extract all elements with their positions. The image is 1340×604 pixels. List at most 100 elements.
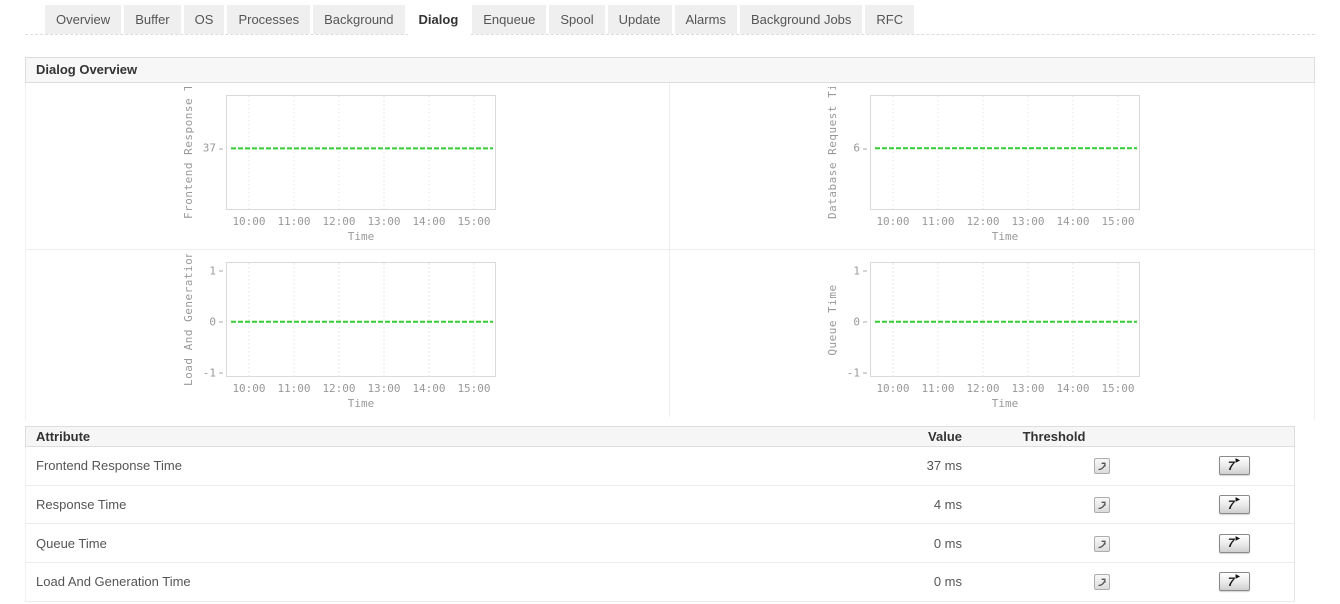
chart-plot: Frontend Response Time Time 3710:0011:00… [226, 95, 496, 210]
charts-grid: Frontend Response Time Time 3710:0011:00… [25, 83, 1315, 420]
threshold-config-button[interactable] [1094, 574, 1110, 590]
tab-processes[interactable]: Processes [227, 5, 310, 34]
attribute-name: Queue Time [26, 536, 824, 551]
x-tick-label: 10:00 [876, 215, 909, 228]
history-cell: 7▶ [1174, 572, 1294, 591]
chart-queue-time: Queue Time Time 10-110:0011:0012:0013:00… [670, 250, 1314, 417]
x-axis-label: Time [992, 230, 1019, 243]
x-tick-label: 10:00 [232, 382, 265, 395]
x-tick-label: 15:00 [1101, 382, 1134, 395]
x-tick-label: 11:00 [277, 215, 310, 228]
x-tick-label: 15:00 [1101, 215, 1134, 228]
history-7-days-button[interactable]: 7▶ [1219, 495, 1250, 514]
attribute-name: Frontend Response Time [26, 458, 824, 473]
threshold-cell [974, 574, 1174, 591]
x-tick-label: 11:00 [921, 215, 954, 228]
tab-update[interactable]: Update [608, 5, 672, 34]
y-tick-label: 0 [853, 315, 867, 328]
history-cell: 7▶ [1174, 534, 1294, 553]
history-7-days-button[interactable]: 7▶ [1219, 534, 1250, 553]
x-tick-label: 12:00 [966, 382, 999, 395]
table-row-load-and-generation-time: Load And Generation Time0 ms7▶ [25, 563, 1295, 602]
x-tick-label: 11:00 [921, 382, 954, 395]
chart-load-and-generation-time: Load And Generation Time Time 1 0 -1 10:00 1… [26, 250, 670, 417]
attribute-name: Response Time [26, 497, 824, 512]
threshold-cell [974, 535, 1174, 552]
x-tick-label: 11:00 [277, 382, 310, 395]
panel-title: Dialog Overview [25, 57, 1315, 83]
y-axis-label: Database Request Time [826, 87, 839, 219]
history-cell: 7▶ [1174, 495, 1294, 514]
play-triangle-icon: ▶ [1236, 573, 1241, 580]
x-tick-label: 12:00 [322, 382, 355, 395]
x-tick-label: 13:00 [1011, 382, 1044, 395]
y-tick-label: 1 [209, 264, 223, 277]
play-triangle-icon: ▶ [1236, 457, 1241, 464]
tab-background-jobs[interactable]: Background Jobs [740, 5, 862, 34]
threshold-config-button[interactable] [1094, 497, 1110, 513]
attribute-value: 0 ms [824, 536, 974, 551]
tab-rfc[interactable]: RFC [865, 5, 914, 34]
history-7-days-button[interactable]: 7▶ [1219, 456, 1250, 475]
x-tick-label: 13:00 [367, 382, 400, 395]
tab-buffer[interactable]: Buffer [124, 5, 180, 34]
history-7-days-button[interactable]: 7▶ [1219, 572, 1250, 591]
history-days-count: 7 [1228, 575, 1235, 589]
x-tick-label: 13:00 [367, 215, 400, 228]
tab-spool[interactable]: Spool [549, 5, 604, 34]
tab-bar: OverviewBufferOSProcessesBackgroundDialo… [25, 5, 1315, 35]
threshold-config-button[interactable] [1094, 458, 1110, 474]
history-days-count: 7 [1228, 459, 1235, 473]
x-tick-label: 14:00 [1056, 382, 1089, 395]
x-tick-label: 10:00 [876, 382, 909, 395]
x-axis-label: Time [348, 397, 375, 410]
x-tick-label: 14:00 [1056, 215, 1089, 228]
play-triangle-icon: ▶ [1236, 535, 1241, 542]
chart-plot: Database Request Time Time 610:0011:0012… [870, 95, 1140, 210]
x-tick-label: 14:00 [412, 215, 445, 228]
curved-arrow-up-right-icon [1096, 538, 1108, 550]
attribute-value: 37 ms [824, 458, 974, 473]
x-tick-label: 12:00 [322, 215, 355, 228]
attribute-name: Load And Generation Time [26, 574, 824, 589]
tab-alarms[interactable]: Alarms [675, 5, 737, 34]
x-tick-label: 15:00 [457, 215, 490, 228]
y-axis-label: Load And Generation Time [182, 254, 195, 386]
tab-os[interactable]: OS [184, 5, 225, 34]
history-days-count: 7 [1228, 498, 1235, 512]
attribute-table: Attribute Value Threshold Frontend Respo… [25, 426, 1295, 602]
table-row-queue-time: Queue Time0 ms 7▶ [25, 524, 1295, 563]
table-row-frontend-response-time: Frontend Response Time37 ms 7▶ [25, 447, 1295, 486]
curved-arrow-up-right-icon [1096, 499, 1108, 511]
col-header-threshold: Threshold [974, 429, 1174, 444]
tab-background[interactable]: Background [313, 5, 404, 34]
col-header-attribute: Attribute [26, 429, 824, 444]
chart-database-request-time: Database Request Time Time 610:0011:0012… [670, 83, 1314, 250]
y-tick-label: -1 [847, 366, 867, 379]
x-tick-label: 10:00 [232, 215, 265, 228]
y-tick-label: 0 [209, 315, 223, 328]
x-axis-label: Time [992, 397, 1019, 410]
history-days-count: 7 [1228, 536, 1235, 550]
curved-arrow-up-right-icon [1096, 460, 1108, 472]
x-tick-label: 12:00 [966, 215, 999, 228]
table-header-row: Attribute Value Threshold [25, 426, 1295, 447]
y-tick-label: -1 [203, 366, 223, 379]
y-tick-label: 37 [203, 142, 223, 155]
y-tick-label: 1 [853, 264, 867, 277]
table-row-response-time: Response Time4 ms 7▶ [25, 486, 1295, 525]
curved-arrow-up-right-icon [1096, 576, 1108, 588]
x-tick-label: 14:00 [412, 382, 445, 395]
threshold-config-button[interactable] [1094, 536, 1110, 552]
history-cell: 7▶ [1174, 456, 1294, 475]
x-tick-label: 15:00 [457, 382, 490, 395]
threshold-cell [974, 458, 1174, 475]
chart-plot: Queue Time Time 10-110:0011:0012:0013:00… [870, 262, 1140, 377]
attribute-value: 4 ms [824, 497, 974, 512]
chart-frontend-response-time: Frontend Response Time Time 3710:0011:00… [26, 83, 670, 250]
tab-dialog[interactable]: Dialog [408, 5, 470, 40]
x-axis-label: Time [348, 230, 375, 243]
tab-enqueue[interactable]: Enqueue [472, 5, 546, 34]
table-body: Frontend Response Time37 ms7▶Response Ti… [25, 447, 1295, 602]
tab-overview[interactable]: Overview [45, 5, 121, 34]
